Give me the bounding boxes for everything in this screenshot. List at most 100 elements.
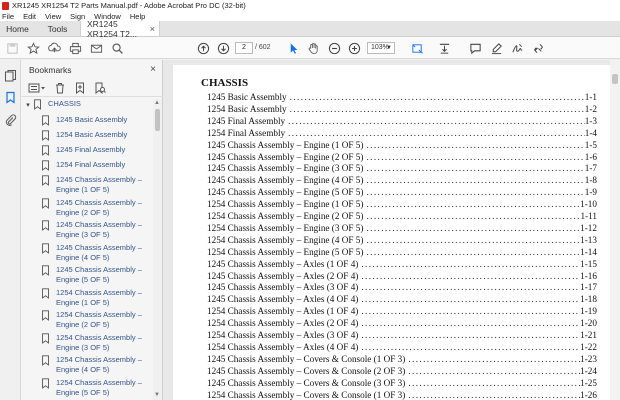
menu-edit[interactable]: Edit <box>23 12 36 21</box>
scroll-up-icon[interactable]: ▲ <box>154 100 160 106</box>
bookmarks-panel-icon[interactable] <box>4 91 17 104</box>
toc-entry[interactable]: 1254 Chassis Assembly – Engine (2 OF 5) 1… <box>207 211 597 222</box>
toc-entry[interactable]: 1245 Chassis Assembly – Engine (3 OF 5) 1… <box>207 163 597 174</box>
toc-entry[interactable]: 1245 Chassis Assembly – Covers & Console… <box>207 354 597 365</box>
toc-entry-page: 1-19 <box>580 306 597 317</box>
toc-entry[interactable]: 1245 Final Assembly 1-3 <box>207 116 597 127</box>
bookmark-parent-item[interactable]: ▾ CHASSIS <box>21 99 153 110</box>
share-link-icon[interactable] <box>531 41 545 55</box>
toc-leader-dots <box>358 318 580 328</box>
next-page-icon[interactable] <box>216 41 230 55</box>
scroll-mode-icon[interactable] <box>437 41 451 55</box>
tab-document-label: XR1245 XR1254 T2... <box>87 18 137 39</box>
page-thumbnails-icon[interactable] <box>4 69 17 82</box>
toc-entry-title: 1254 Chassis Assembly – Axles (2 OF 4) <box>207 318 359 329</box>
bookmark-item[interactable]: 1245 Final Assembly <box>21 145 153 156</box>
toc-leader-dots <box>363 223 580 233</box>
attachments-icon[interactable] <box>4 113 17 126</box>
close-tab-icon[interactable]: × <box>150 24 155 34</box>
tab-home[interactable]: Home <box>0 21 35 36</box>
toc-entry-page: 1-20 <box>580 318 597 329</box>
bookmarks-scrollbar[interactable]: ▲ ▼ <box>153 99 162 400</box>
toc-entry[interactable]: 1245 Chassis Assembly – Engine (1 OF 5) 1… <box>207 140 597 151</box>
fit-page-icon[interactable] <box>410 41 424 55</box>
previous-page-icon[interactable] <box>196 41 210 55</box>
save-icon[interactable] <box>5 41 19 55</box>
toc-entry[interactable]: 1254 Chassis Assembly – Covers & Console… <box>207 390 597 400</box>
toc-entry[interactable]: 1254 Basic Assembly 1-2 <box>207 104 597 115</box>
comment-icon[interactable] <box>468 41 482 55</box>
bookmark-icon <box>41 115 50 126</box>
close-panel-icon[interactable]: × <box>150 64 156 75</box>
toc-entry[interactable]: 1245 Chassis Assembly – Covers & Console… <box>207 366 597 377</box>
toc-entry[interactable]: 1245 Chassis Assembly – Axles (2 OF 4) 1-… <box>207 271 597 282</box>
bookmark-item[interactable]: 1254 Final Assembly <box>21 160 153 171</box>
menu-file[interactable]: File <box>2 12 14 21</box>
toc-entry[interactable]: 1245 Chassis Assembly – Engine (5 OF 5) 1… <box>207 187 597 198</box>
bookmarks-scroll-thumb[interactable] <box>155 109 160 131</box>
new-bookmark-icon[interactable] <box>74 82 86 94</box>
bookmark-item[interactable]: 1254 Chassis Assembly – Engine (4 OF 5) <box>21 355 153 375</box>
toc-entry[interactable]: 1245 Chassis Assembly – Covers & Console… <box>207 378 597 389</box>
toc-entry[interactable]: 1245 Chassis Assembly – Engine (2 OF 5) 1… <box>207 152 597 163</box>
delete-bookmark-icon[interactable] <box>54 82 66 94</box>
upload-icon[interactable] <box>47 41 61 55</box>
bookmark-item[interactable]: 1245 Basic Assembly <box>21 115 153 126</box>
bookmark-item[interactable]: 1245 Chassis Assembly – Engine (5 OF 5) <box>21 265 153 285</box>
bookmark-item[interactable]: 1254 Chassis Assembly – Engine (2 OF 5) <box>21 310 153 330</box>
toc-entry[interactable]: 1254 Chassis Assembly – Engine (1 OF 5) 1… <box>207 199 597 210</box>
toc-entry[interactable]: 1245 Chassis Assembly – Axles (1 OF 4) 1-… <box>207 259 597 270</box>
toc-entry-title: 1245 Chassis Assembly – Engine (5 OF 5) <box>207 187 364 198</box>
zoom-level-select[interactable]: 103% ▼ <box>367 42 395 54</box>
toc-entry-page: 1-9 <box>584 187 597 198</box>
bookmark-item[interactable]: 1245 Chassis Assembly – Engine (2 OF 5) <box>21 198 153 218</box>
find-bookmark-icon[interactable] <box>94 82 106 94</box>
sign-icon[interactable] <box>510 41 524 55</box>
toc-entry[interactable]: 1254 Final Assembly 1-4 <box>207 128 597 139</box>
toc-entry[interactable]: 1254 Chassis Assembly – Axles (4 OF 4) 1-… <box>207 342 597 353</box>
select-cursor-icon[interactable] <box>286 41 300 55</box>
toc-entry[interactable]: 1254 Chassis Assembly – Axles (2 OF 4) 1-… <box>207 318 597 329</box>
tab-tools[interactable]: Tools <box>35 21 80 36</box>
scroll-down-icon[interactable]: ▼ <box>154 392 160 398</box>
toc-entry[interactable]: 1254 Chassis Assembly – Engine (5 OF 5) 1… <box>207 247 597 258</box>
page-number-input[interactable]: 2 <box>235 42 253 54</box>
hand-tool-icon[interactable] <box>306 41 320 55</box>
toc-entry[interactable]: 1245 Chassis Assembly – Engine (4 OF 5) 1… <box>207 175 597 186</box>
star-icon[interactable] <box>26 41 40 55</box>
toc-entry[interactable]: 1245 Chassis Assembly – Axles (3 OF 4) 1-… <box>207 282 597 293</box>
toc-entry-page: 1-12 <box>580 222 597 233</box>
bookmark-item[interactable]: 1254 Basic Assembly <box>21 130 153 141</box>
bookmark-item[interactable]: 1254 Chassis Assembly – Engine (5 OF 5) <box>21 378 153 398</box>
zoom-out-icon[interactable] <box>327 41 341 55</box>
toc-entry-page: 1-16 <box>580 270 597 281</box>
email-icon[interactable] <box>89 41 103 55</box>
document-scrollbar[interactable] <box>610 60 620 400</box>
toolbar: 2 / 602 103% ▼ <box>0 37 620 59</box>
toc-entry[interactable]: 1254 Chassis Assembly – Axles (1 OF 4) 1-… <box>207 306 597 317</box>
bookmark-item[interactable]: 1245 Chassis Assembly – Engine (3 OF 5) <box>21 220 153 240</box>
search-icon[interactable] <box>110 41 124 55</box>
toc-entry[interactable]: 1245 Basic Assembly 1-1 <box>207 92 597 103</box>
menu-view[interactable]: View <box>45 12 61 21</box>
document-scroll-thumb[interactable] <box>612 74 618 84</box>
collapse-arrow-icon[interactable]: ▾ <box>23 101 33 109</box>
highlight-pen-icon[interactable] <box>489 41 503 55</box>
toc-leader-dots <box>358 330 580 340</box>
bookmark-item[interactable]: 1254 Chassis Assembly – Engine (1 OF 5) <box>21 288 153 308</box>
bookmark-item[interactable]: 1245 Chassis Assembly – Engine (1 OF 5) <box>21 175 153 195</box>
toc-entry[interactable]: 1254 Chassis Assembly – Engine (3 OF 5) 1… <box>207 223 597 234</box>
options-menu-icon[interactable] <box>28 82 46 94</box>
toc-entry[interactable]: 1245 Chassis Assembly – Axles (4 OF 4) 1-… <box>207 294 597 305</box>
bookmark-item[interactable]: 1254 Chassis Assembly – Engine (3 OF 5) <box>21 333 153 353</box>
menu-sign[interactable]: Sign <box>70 12 85 21</box>
toc-entry-title: 1254 Chassis Assembly – Covers & Console… <box>207 389 406 400</box>
toc-entry[interactable]: 1254 Chassis Assembly – Engine (4 OF 5) 1… <box>207 235 597 246</box>
bookmark-item[interactable]: 1245 Chassis Assembly – Engine (4 OF 5) <box>21 243 153 263</box>
print-icon[interactable] <box>68 41 82 55</box>
toc-entry-title: 1254 Chassis Assembly – Axles (1 OF 4) <box>207 306 359 317</box>
toc-entry[interactable]: 1254 Chassis Assembly – Axles (3 OF 4) 1-… <box>207 330 597 341</box>
bookmark-icon <box>41 287 50 299</box>
tab-document[interactable]: XR1245 XR1254 T2... × <box>80 18 160 39</box>
zoom-in-icon[interactable] <box>347 41 361 55</box>
